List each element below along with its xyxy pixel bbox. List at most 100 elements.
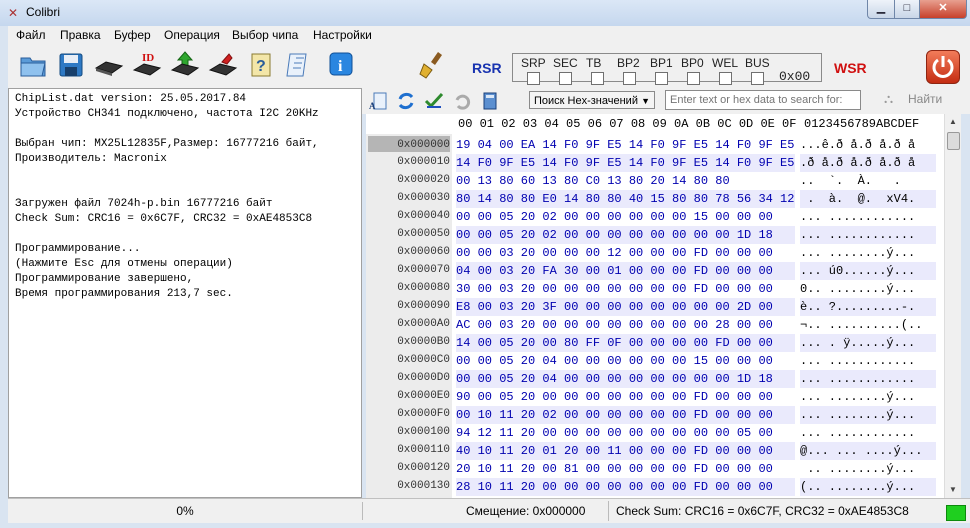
row-ascii[interactable]: .. ........ý... (800, 460, 936, 478)
hex-row[interactable]: 0x000090 E8 00 03 20 3F 00 00 00 00 00 00… (366, 298, 944, 316)
hex-row[interactable]: 0x000040 00 00 05 20 02 00 00 00 00 00 00… (366, 208, 944, 226)
row-bytes[interactable]: 00 00 05 20 02 00 00 00 00 00 00 00 00 1… (456, 226, 795, 244)
hex-row[interactable]: 0x000060 00 00 03 20 00 00 00 12 00 00 00… (366, 244, 944, 262)
hex-row[interactable]: 0x000110 40 10 11 20 01 20 00 11 00 00 00… (366, 442, 944, 460)
hex-row[interactable]: 0x000130 28 10 11 20 00 00 00 00 00 00 00… (366, 478, 944, 496)
goto-address-icon[interactable]: A (368, 91, 388, 111)
bit-checkbox-bus[interactable] (751, 72, 764, 85)
row-bytes[interactable]: AC 00 03 20 00 00 00 00 00 00 00 00 28 0… (456, 316, 795, 334)
calculator-icon[interactable] (480, 91, 500, 111)
row-bytes[interactable]: 00 13 80 60 13 80 C0 13 80 20 14 80 80 (456, 172, 795, 190)
search-input[interactable] (665, 90, 861, 110)
row-bytes[interactable]: 00 00 03 20 00 00 00 12 00 00 00 FD 00 0… (456, 244, 795, 262)
bit-checkbox-srp[interactable] (527, 72, 540, 85)
row-bytes[interactable]: 00 00 05 20 04 00 00 00 00 00 00 15 00 0… (456, 352, 795, 370)
hex-row[interactable]: 0x000010 14 F0 9F E5 14 F0 9F E5 14 F0 9F… (366, 154, 944, 172)
row-bytes[interactable]: 20 10 11 20 00 81 00 00 00 00 00 FD 00 0… (456, 460, 795, 478)
row-ascii[interactable]: .ð å.ð å.ð å.ð å (800, 154, 936, 172)
row-ascii[interactable]: ... ........ý... (800, 244, 936, 262)
row-bytes[interactable]: 00 00 05 20 02 00 00 00 00 00 00 15 00 0… (456, 208, 795, 226)
menu-chip-select[interactable]: Выбор чипа (232, 28, 298, 42)
row-ascii[interactable]: ... ........ý... (800, 406, 936, 424)
maximize-button[interactable]: □ (894, 0, 920, 19)
bit-checkbox-bp2[interactable] (623, 72, 636, 85)
row-ascii[interactable]: ... ............ (800, 226, 936, 244)
save-icon[interactable] (56, 50, 86, 80)
row-ascii[interactable]: . à. @. xV4. (800, 190, 936, 208)
search-mode-select[interactable]: Поиск Hex-значений ▼ (529, 91, 655, 109)
row-bytes[interactable]: 80 14 80 80 E0 14 80 80 40 15 80 80 78 5… (456, 190, 795, 208)
menu-buffer[interactable]: Буфер (114, 28, 151, 42)
row-bytes[interactable]: 28 10 11 20 00 00 00 00 00 00 00 FD 00 0… (456, 478, 795, 496)
row-ascii[interactable]: .. `. À. . (800, 172, 936, 190)
hex-row[interactable]: 0x0000D0 00 00 05 20 04 00 00 00 00 00 00… (366, 370, 944, 388)
chip-help-icon[interactable]: ? (246, 50, 276, 80)
row-bytes[interactable]: 14 F0 9F E5 14 F0 9F E5 14 F0 9F E5 14 F… (456, 154, 795, 172)
row-ascii[interactable]: ... ............ (800, 370, 936, 388)
hex-row[interactable]: 0x000080 30 00 03 20 00 00 00 00 00 00 00… (366, 280, 944, 298)
row-ascii[interactable]: ... ............ (800, 352, 936, 370)
bit-checkbox-bp0[interactable] (687, 72, 700, 85)
hex-row[interactable]: 0x000070 04 00 03 20 FA 30 00 01 00 00 00… (366, 262, 944, 280)
hex-row[interactable]: 0x0000B0 14 00 05 20 00 80 FF 0F 00 00 00… (366, 334, 944, 352)
hex-row[interactable]: 0x0000A0 AC 00 03 20 00 00 00 00 00 00 00… (366, 316, 944, 334)
verify-icon[interactable] (424, 91, 444, 111)
menu-file[interactable]: Файл (16, 28, 46, 42)
erase-chip-icon[interactable] (208, 50, 238, 80)
menu-settings[interactable]: Настройки (313, 28, 372, 42)
hex-row[interactable]: 0x000030 80 14 80 80 E0 14 80 80 40 15 80… (366, 190, 944, 208)
read-id-icon[interactable]: ID (132, 50, 162, 80)
row-ascii[interactable]: ...ê.ð å.ð å.ð å (800, 136, 936, 154)
close-button[interactable]: ✕ (919, 0, 967, 19)
undo-icon[interactable] (452, 91, 472, 111)
hex-row[interactable]: 0x000020 00 13 80 60 13 80 C0 13 80 20 14… (366, 172, 944, 190)
read-status-register-button[interactable]: RSR (472, 60, 502, 76)
hex-row[interactable]: 0x0000E0 90 00 05 20 00 00 00 00 00 00 00… (366, 388, 944, 406)
hex-scrollbar[interactable]: ▲ ▼ (944, 114, 961, 498)
open-file-icon[interactable] (18, 50, 48, 80)
row-bytes[interactable]: 40 10 11 20 01 20 00 11 00 00 00 FD 00 0… (456, 442, 795, 460)
clean-broom-icon[interactable] (418, 50, 448, 80)
hex-row[interactable]: 0x000120 20 10 11 20 00 81 00 00 00 00 00… (366, 460, 944, 478)
row-bytes[interactable]: 04 00 03 20 FA 30 00 01 00 00 00 FD 00 0… (456, 262, 795, 280)
row-ascii[interactable]: ... ............ (800, 208, 936, 226)
scroll-up-icon[interactable]: ▲ (945, 114, 961, 130)
hex-editor[interactable]: 00 01 02 03 04 05 06 07 08 09 0A 0B 0C 0… (366, 114, 944, 512)
bit-checkbox-bp1[interactable] (655, 72, 668, 85)
hex-row[interactable]: 0x000000 19 04 00 EA 14 F0 9F E5 14 F0 9F… (366, 136, 944, 154)
info-icon[interactable]: i (326, 50, 356, 80)
scroll-thumb[interactable] (947, 132, 960, 150)
hex-row[interactable]: 0x0000F0 00 10 11 20 02 00 00 00 00 00 00… (366, 406, 944, 424)
row-bytes[interactable]: 00 10 11 20 02 00 00 00 00 00 00 FD 00 0… (456, 406, 795, 424)
read-chip-icon[interactable] (94, 50, 124, 80)
row-bytes[interactable]: 14 00 05 20 00 80 FF 0F 00 00 00 00 FD 0… (456, 334, 795, 352)
row-ascii[interactable]: ¬.. ..........(.. (800, 316, 936, 334)
log-panel[interactable]: ChipList.dat version: 25.05.2017.84 Устр… (8, 88, 362, 498)
row-bytes[interactable]: E8 00 03 20 3F 00 00 00 00 00 00 00 00 2… (456, 298, 795, 316)
row-bytes[interactable]: 00 00 05 20 04 00 00 00 00 00 00 00 00 1… (456, 370, 795, 388)
script-icon[interactable] (284, 50, 314, 80)
row-ascii[interactable]: ... . ÿ.....ý... (800, 334, 936, 352)
minimize-button[interactable]: ▁ (867, 0, 895, 19)
row-ascii[interactable]: (.. ........ý... (800, 478, 936, 496)
refresh-icon[interactable] (396, 91, 416, 111)
write-chip-icon[interactable] (170, 50, 200, 80)
row-bytes[interactable]: 19 04 00 EA 14 F0 9F E5 14 F0 9F E5 14 F… (456, 136, 795, 154)
hex-row[interactable]: 0x000100 94 12 11 20 00 00 00 00 00 00 00… (366, 424, 944, 442)
row-ascii[interactable]: 0.. ........ý... (800, 280, 936, 298)
scroll-down-icon[interactable]: ▼ (945, 482, 961, 498)
row-ascii[interactable]: @... ... ....ý... (800, 442, 936, 460)
write-status-register-button[interactable]: WSR (834, 60, 867, 76)
bit-checkbox-wel[interactable] (719, 72, 732, 85)
find-button[interactable]: Найти (908, 92, 942, 106)
menu-operation[interactable]: Операция (164, 28, 220, 42)
row-bytes[interactable]: 94 12 11 20 00 00 00 00 00 00 00 00 00 0… (456, 424, 795, 442)
menu-edit[interactable]: Правка (60, 28, 101, 42)
bit-checkbox-sec[interactable] (559, 72, 572, 85)
bit-checkbox-tb[interactable] (591, 72, 604, 85)
row-ascii[interactable]: ... ú0......ý... (800, 262, 936, 280)
hex-row[interactable]: 0x000050 00 00 05 20 02 00 00 00 00 00 00… (366, 226, 944, 244)
row-ascii[interactable]: ... ........ý... (800, 388, 936, 406)
row-ascii[interactable]: è.. ?.........-. (800, 298, 936, 316)
row-bytes[interactable]: 30 00 03 20 00 00 00 00 00 00 00 FD 00 0… (456, 280, 795, 298)
